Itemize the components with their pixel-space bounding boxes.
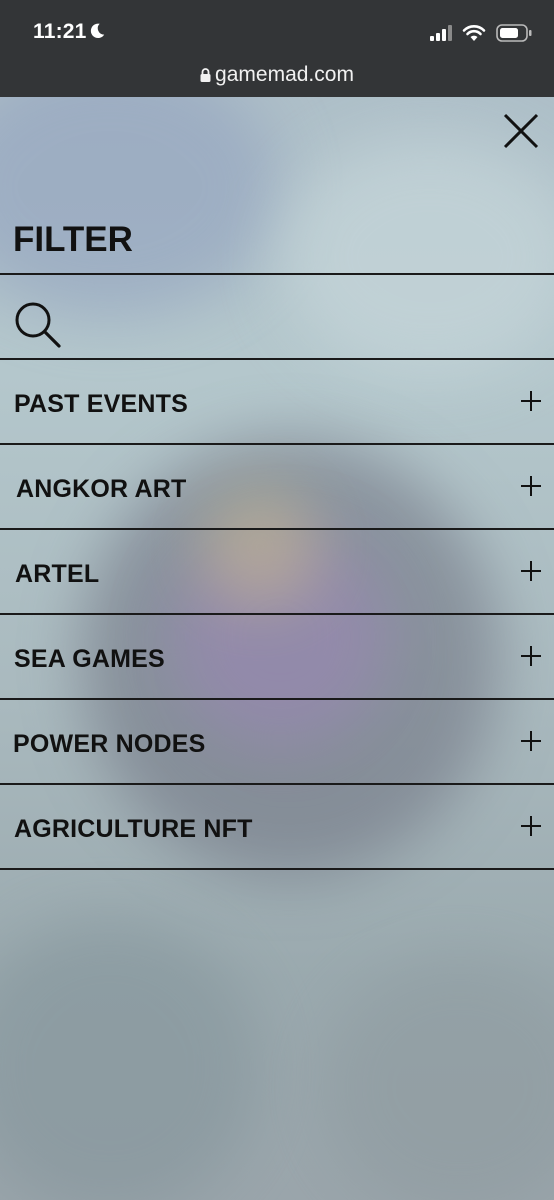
close-icon[interactable]: [498, 108, 544, 154]
menu-item-agriculture-nft[interactable]: AGRICULTURE NFT: [0, 783, 554, 870]
address-bar[interactable]: gamemad.com: [0, 63, 554, 87]
menu-item-label: POWER NODES: [13, 730, 206, 758]
menu-item-angkor-art[interactable]: ANGKOR ART: [0, 443, 554, 528]
do-not-disturb-moon-icon: [90, 23, 105, 39]
menu-item-label: SEA GAMES: [14, 645, 165, 673]
search-row[interactable]: [0, 273, 554, 358]
menu-item-sea-games[interactable]: SEA GAMES: [0, 613, 554, 698]
system-icons: [430, 22, 532, 44]
battery-icon: [496, 24, 532, 42]
cellular-signal-icon: [430, 25, 452, 41]
url-text: gamemad.com: [215, 63, 354, 86]
wifi-icon: [462, 25, 486, 41]
filter-menu: PAST EVENTS ANGKOR ART ARTEL SEA GAMES P…: [0, 358, 554, 870]
menu-item-label: ANGKOR ART: [16, 475, 187, 503]
menu-item-label: ARTEL: [15, 560, 100, 588]
status-time: 11:21: [33, 20, 87, 43]
plus-icon[interactable]: [520, 560, 542, 582]
menu-item-artel[interactable]: ARTEL: [0, 528, 554, 613]
menu-item-power-nodes[interactable]: POWER NODES: [0, 698, 554, 783]
plus-icon[interactable]: [520, 730, 542, 752]
search-icon[interactable]: [12, 299, 62, 349]
status-bar: 11:21 gamemad.com: [0, 0, 554, 97]
plus-icon[interactable]: [520, 645, 542, 667]
menu-item-label: PAST EVENTS: [14, 390, 188, 418]
plus-icon[interactable]: [520, 390, 542, 412]
plus-icon[interactable]: [520, 475, 542, 497]
menu-item-label: AGRICULTURE NFT: [14, 815, 253, 843]
page-title: FILTER: [13, 220, 133, 259]
plus-icon[interactable]: [520, 815, 542, 837]
menu-item-past-events[interactable]: PAST EVENTS: [0, 358, 554, 443]
lock-icon: [200, 68, 211, 82]
